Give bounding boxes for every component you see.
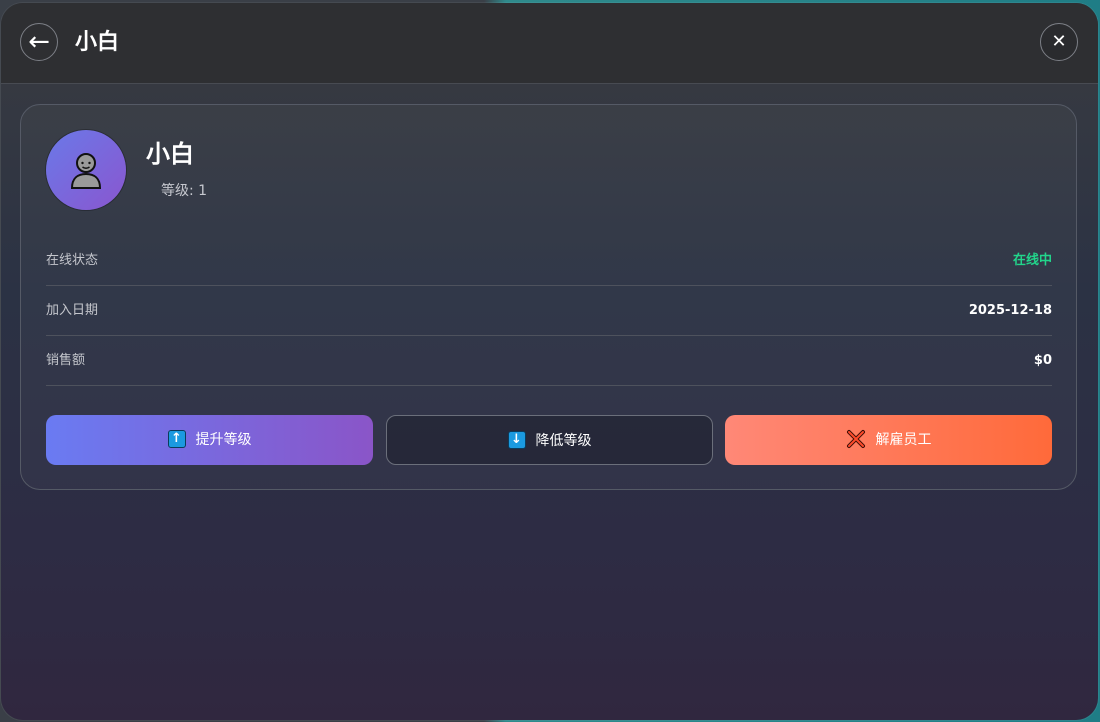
demote-label: 降低等级 — [535, 433, 592, 449]
employee-level: 等级: 1 — [161, 183, 208, 199]
close-button[interactable]: ✕ — [1040, 23, 1078, 61]
sales-label: 销售额 — [46, 353, 86, 368]
employee-card: 小白 等级: 1 在线状态 在线中 加入日期 2025-12-18 销售额 $0… — [20, 104, 1077, 490]
page-title: 小白 — [75, 30, 120, 55]
promote-label: 提升等级 — [195, 432, 252, 448]
fire-button[interactable]: 解雇员工 — [725, 415, 1052, 465]
info-row-status: 在线状态 在线中 — [46, 236, 1052, 286]
info-row-join-date: 加入日期 2025-12-18 — [46, 286, 1052, 336]
arrow-down-icon: ↓ — [507, 430, 526, 449]
header-bar: ← 小白 ✕ — [1, 3, 1098, 84]
avatar — [46, 130, 126, 210]
close-icon: ✕ — [1051, 31, 1067, 52]
employee-detail-window: ← 小白 ✕ 小白 等级: 1 在线状态 在线中 加入日期 2025-12-18 — [1, 3, 1098, 720]
sales-value: $0 — [1033, 353, 1052, 368]
arrow-up-icon: ↑ — [167, 429, 186, 448]
fire-label: 解雇员工 — [875, 432, 932, 448]
join-date-label: 加入日期 — [46, 303, 99, 318]
arrow-left-icon: ← — [28, 27, 50, 57]
info-row-sales: 销售额 $0 — [46, 336, 1052, 386]
employee-name: 小白 — [146, 140, 194, 168]
join-date-value: 2025-12-18 — [968, 303, 1052, 318]
cross-icon — [846, 429, 865, 448]
person-icon — [70, 153, 102, 189]
back-button[interactable]: ← — [20, 23, 58, 61]
promote-button[interactable]: ↑ 提升等级 — [46, 415, 373, 465]
demote-button[interactable]: ↓ 降低等级 — [386, 415, 713, 465]
status-value: 在线中 — [1012, 253, 1052, 268]
status-label: 在线状态 — [46, 253, 99, 268]
